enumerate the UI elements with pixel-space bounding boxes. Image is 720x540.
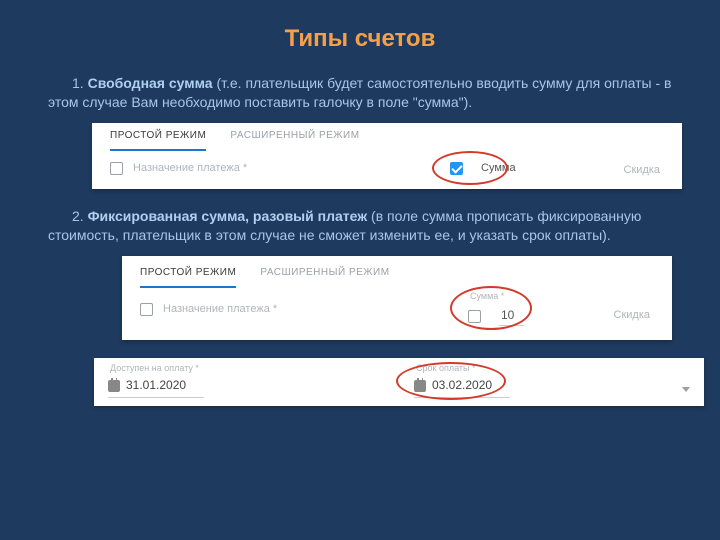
due-date-label: Срок оплаты * [414, 362, 510, 375]
available-date-label: Доступен на оплату * [108, 362, 204, 375]
section2-heading: Фиксированная сумма, разовый платеж [88, 208, 368, 224]
amount-field-group: Сумма * 10 [468, 290, 538, 326]
calendar-icon [414, 380, 426, 392]
page-title: Типы счетов [40, 22, 680, 56]
tab-simple[interactable]: ПРОСТОЙ РЕЖИМ [110, 129, 206, 151]
tab-extended[interactable]: РАСШИРЕННЫЙ РЕЖИМ [230, 129, 359, 151]
tab-simple[interactable]: ПРОСТОЙ РЕЖИМ [140, 266, 236, 288]
mode-tabs: ПРОСТОЙ РЕЖИМ РАСШИРЕННЫЙ РЕЖИМ [122, 256, 672, 288]
amount-checkbox-checked[interactable] [450, 162, 463, 175]
available-date-value: 31.01.2020 [126, 377, 186, 394]
amount-checkbox[interactable] [468, 310, 481, 323]
amount-label: Сумма * [468, 290, 538, 303]
section1-num: 1. [72, 75, 88, 91]
due-date-value: 03.02.2020 [432, 377, 492, 394]
section2-num: 2. [72, 208, 88, 224]
amount-label: Сумма [481, 161, 516, 176]
available-date-field[interactable]: Доступен на оплату * 31.01.2020 [108, 362, 204, 398]
purpose-label: Назначение платежа * [163, 302, 277, 317]
screenshot-panel-fixed-amount: ПРОСТОЙ РЕЖИМ РАСШИРЕННЫЙ РЕЖИМ Назначен… [122, 256, 672, 340]
screenshot-panel-dates: Доступен на оплату * 31.01.2020 Срок опл… [94, 358, 704, 406]
screenshot-panel-free-amount: ПРОСТОЙ РЕЖИМ РАСШИРЕННЫЙ РЕЖИМ Назначен… [92, 123, 682, 189]
purpose-checkbox[interactable] [110, 162, 123, 175]
amount-value[interactable]: 10 [499, 307, 524, 327]
section2-text: 2. Фиксированная сумма, разовый платеж (… [40, 207, 680, 246]
purpose-checkbox[interactable] [140, 303, 153, 316]
tab-extended[interactable]: РАСШИРЕННЫЙ РЕЖИМ [260, 266, 389, 288]
mode-tabs: ПРОСТОЙ РЕЖИМ РАСШИРЕННЫЙ РЕЖИМ [92, 123, 682, 151]
discount-label: Скидка [624, 163, 661, 178]
section1-text: 1. Свободная сумма (т.е. плательщик буде… [40, 74, 680, 113]
chevron-down-icon[interactable] [682, 387, 690, 392]
purpose-label: Назначение платежа * [133, 161, 247, 176]
due-date-field[interactable]: Срок оплаты * 03.02.2020 [414, 362, 510, 398]
section1-heading: Свободная сумма [88, 75, 213, 91]
calendar-icon [108, 380, 120, 392]
discount-label: Скидка [614, 308, 651, 323]
